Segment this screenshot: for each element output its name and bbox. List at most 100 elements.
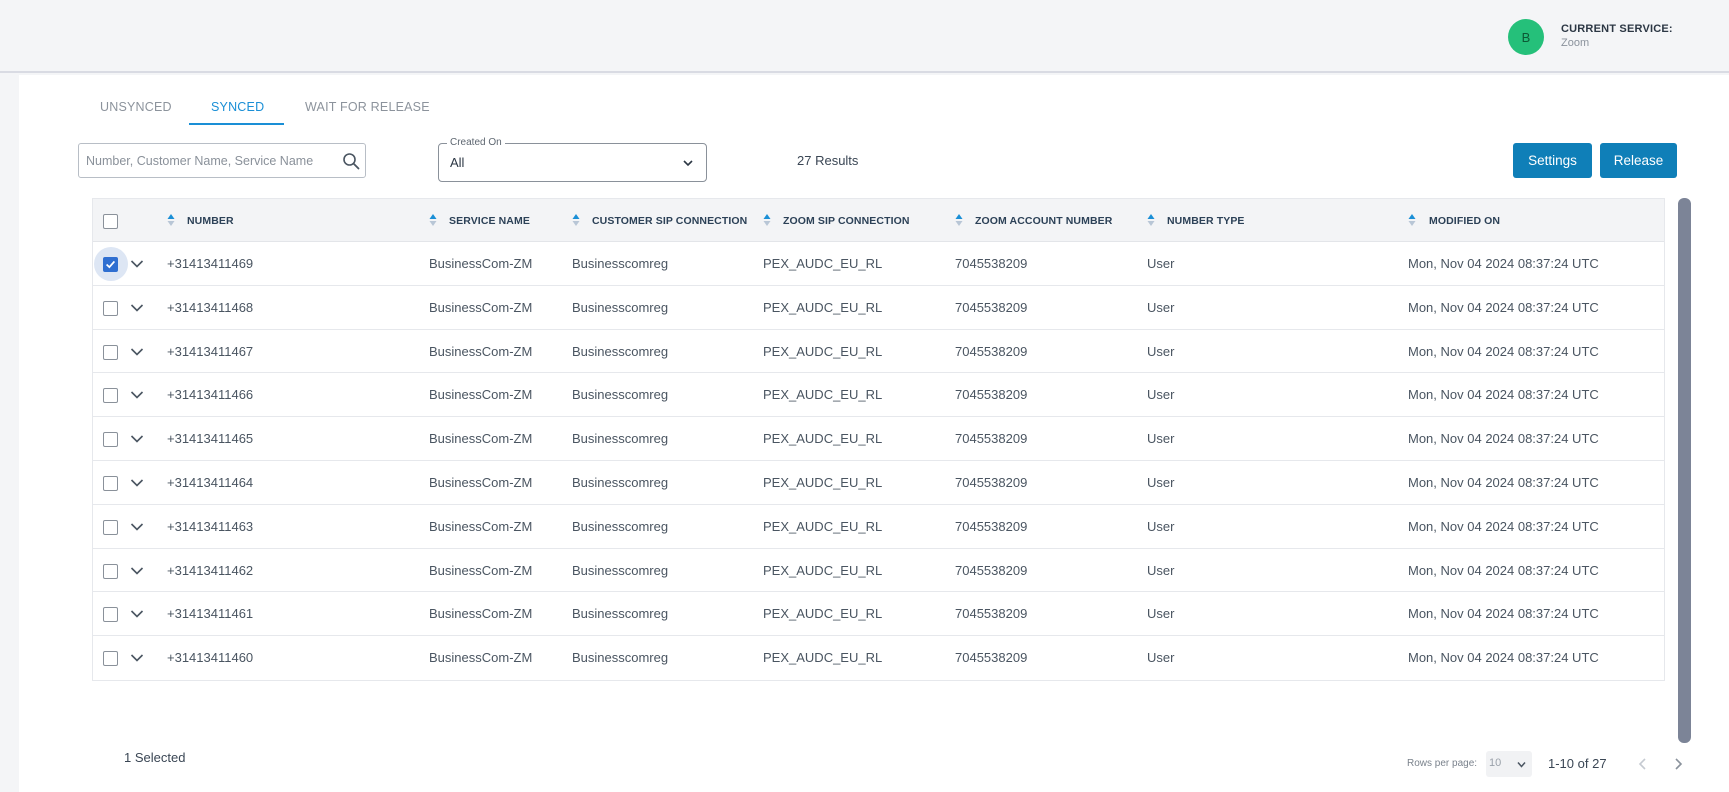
created-on-label: Created On	[447, 137, 505, 148]
select-all-checkbox[interactable]	[103, 214, 118, 229]
tab-wait-for-release[interactable]: WAIT FOR RELEASE	[305, 100, 430, 114]
search-icon[interactable]	[342, 152, 360, 170]
table-scrollbar[interactable]	[1678, 198, 1691, 743]
sort-icon[interactable]	[763, 213, 771, 227]
row-checkbox[interactable]	[103, 519, 118, 535]
cell-zoom-account: 7045538209	[955, 299, 1028, 315]
column-header-zoom-account[interactable]: ZOOM ACCOUNT NUMBER	[975, 215, 1112, 227]
cell-number-type: User	[1147, 518, 1175, 534]
cell-number: +31413411468	[167, 299, 254, 315]
table-row[interactable]: +31413411462 BusinessCom-ZM Businesscomreg…	[93, 548, 1664, 593]
table-header: NUMBER SERVICE NAME CUSTOMER SIP CONNECT…	[93, 199, 1664, 242]
table-row[interactable]: +31413411468 BusinessCom-ZM Businesscomreg…	[93, 285, 1664, 330]
table-row[interactable]: +31413411460 BusinessCom-ZM Businesscomreg…	[93, 636, 1664, 680]
search-input[interactable]	[86, 144, 326, 177]
sort-icon[interactable]	[955, 213, 963, 227]
cell-number: +31413411465	[167, 431, 254, 447]
row-checkbox[interactable]	[103, 563, 118, 579]
cell-modified-on: Mon, Nov 04 2024 08:37:24 UTC	[1408, 387, 1599, 403]
sort-icon[interactable]	[572, 213, 580, 227]
row-checkbox[interactable]	[103, 344, 118, 360]
sort-icon[interactable]	[167, 213, 175, 227]
current-service-value: Zoom	[1561, 37, 1590, 49]
table-row[interactable]: +31413411464 BusinessCom-ZM Businesscomreg…	[93, 460, 1664, 505]
row-checkbox[interactable]	[103, 475, 118, 491]
created-on-value: All	[450, 155, 465, 170]
rows-per-page-select[interactable]: 10	[1486, 751, 1532, 777]
row-checkbox[interactable]	[103, 607, 118, 623]
table-row[interactable]: +31413411467 BusinessCom-ZM Businesscomreg…	[93, 329, 1664, 374]
cell-number: +31413411462	[167, 562, 254, 578]
table-row[interactable]: +31413411466 BusinessCom-ZM Businesscomreg…	[93, 373, 1664, 418]
cell-zoom-sip: PEX_AUDC_EU_RL	[763, 474, 883, 490]
column-header-zoom-sip[interactable]: ZOOM SIP CONNECTION	[783, 215, 910, 227]
table-body: +31413411469 BusinessCom-ZM Businesscomreg…	[93, 242, 1664, 680]
rows-per-page-label: Rows per page:	[1407, 758, 1478, 769]
table-row[interactable]: +31413411461 BusinessCom-ZM Businesscomreg…	[93, 592, 1664, 637]
sort-icon[interactable]	[1147, 213, 1155, 227]
cell-customer-sip: Businesscomreg	[572, 474, 669, 490]
chevron-down-icon[interactable]	[130, 478, 144, 488]
cell-service-name: BusinessCom-ZM	[429, 343, 533, 359]
chevron-down-icon[interactable]	[130, 609, 144, 619]
chevron-down-icon[interactable]	[130, 390, 144, 400]
chevron-down-icon	[1517, 762, 1526, 768]
cell-service-name: BusinessCom-ZM	[429, 606, 533, 622]
column-header-modified-on[interactable]: MODIFIED ON	[1429, 215, 1500, 227]
cell-modified-on: Mon, Nov 04 2024 08:37:24 UTC	[1408, 474, 1599, 490]
cell-modified-on: Mon, Nov 04 2024 08:37:24 UTC	[1408, 650, 1599, 666]
chevron-down-icon[interactable]	[130, 434, 144, 444]
row-checkbox[interactable]	[103, 257, 118, 272]
cell-zoom-account: 7045538209	[955, 387, 1028, 403]
rows-per-page-value: 10	[1489, 757, 1502, 769]
cell-zoom-account: 7045538209	[955, 256, 1028, 271]
chevron-down-icon[interactable]	[130, 522, 144, 532]
table-row[interactable]: +31413411463 BusinessCom-ZM Businesscomreg…	[93, 504, 1664, 549]
column-header-number-type[interactable]: NUMBER TYPE	[1167, 215, 1245, 227]
settings-button[interactable]: Settings	[1513, 143, 1592, 178]
cell-zoom-sip: PEX_AUDC_EU_RL	[763, 299, 883, 315]
table-row[interactable]: +31413411469 BusinessCom-ZM Businesscomreg…	[93, 242, 1664, 286]
avatar[interactable]: B	[1508, 19, 1544, 55]
cell-zoom-sip: PEX_AUDC_EU_RL	[763, 562, 883, 578]
created-on-select[interactable]: Created On All	[438, 137, 707, 182]
cell-zoom-sip: PEX_AUDC_EU_RL	[763, 343, 883, 359]
release-button[interactable]: Release	[1600, 143, 1677, 178]
cell-service-name: BusinessCom-ZM	[429, 474, 533, 490]
chevron-down-icon[interactable]	[130, 347, 144, 357]
cell-number: +31413411467	[167, 343, 254, 359]
cell-customer-sip: Businesscomreg	[572, 650, 669, 666]
cell-service-name: BusinessCom-ZM	[429, 650, 533, 666]
cell-modified-on: Mon, Nov 04 2024 08:37:24 UTC	[1408, 256, 1599, 271]
chevron-left-icon[interactable]	[1638, 757, 1648, 771]
selected-count: 1 Selected	[124, 750, 186, 765]
cell-number-type: User	[1147, 474, 1175, 490]
row-checkbox[interactable]	[103, 432, 118, 448]
tab-synced[interactable]: SYNCED	[211, 100, 264, 114]
cell-number: +31413411469	[167, 256, 254, 271]
cell-modified-on: Mon, Nov 04 2024 08:37:24 UTC	[1408, 343, 1599, 359]
sort-icon[interactable]	[429, 213, 437, 227]
sort-icon[interactable]	[1408, 213, 1416, 227]
column-header-number[interactable]: NUMBER	[187, 215, 234, 227]
chevron-right-icon[interactable]	[1673, 757, 1683, 771]
column-header-customer-sip[interactable]: CUSTOMER SIP CONNECTION	[592, 215, 747, 227]
chevron-down-icon[interactable]	[130, 303, 144, 313]
cell-modified-on: Mon, Nov 04 2024 08:37:24 UTC	[1408, 562, 1599, 578]
row-checkbox[interactable]	[103, 651, 118, 667]
row-checkbox[interactable]	[103, 388, 118, 404]
tab-unsynced[interactable]: UNSYNCED	[100, 100, 172, 114]
chevron-down-icon[interactable]	[130, 653, 144, 663]
chevron-down-icon[interactable]	[130, 259, 144, 269]
column-header-service-name[interactable]: SERVICE NAME	[449, 215, 530, 227]
cell-service-name: BusinessCom-ZM	[429, 562, 533, 578]
cell-number-type: User	[1147, 387, 1175, 403]
table-row[interactable]: +31413411465 BusinessCom-ZM Businesscomreg…	[93, 417, 1664, 461]
cell-modified-on: Mon, Nov 04 2024 08:37:24 UTC	[1408, 606, 1599, 622]
cell-number: +31413411463	[167, 518, 254, 534]
row-checkbox[interactable]	[103, 300, 118, 316]
cell-number-type: User	[1147, 431, 1175, 447]
chevron-down-icon[interactable]	[130, 566, 144, 576]
cell-service-name: BusinessCom-ZM	[429, 431, 533, 447]
top-bar: B CURRENT SERVICE: Zoom	[0, 0, 1729, 73]
